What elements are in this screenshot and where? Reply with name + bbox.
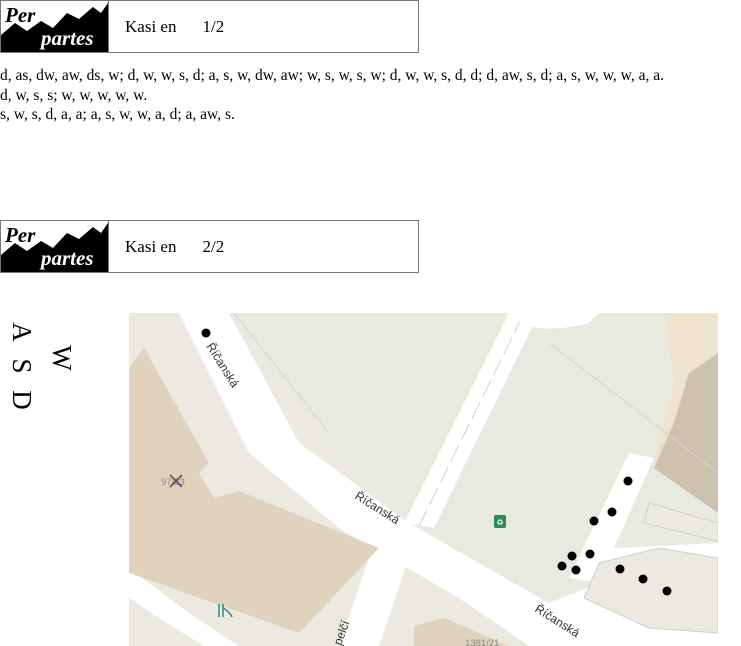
svg-text:partes: partes — [39, 246, 94, 270]
text-line: s, w, s, d, a, a; a, s, w, w, a, d; a, a… — [0, 106, 235, 123]
header-text: Kasi en 1/2 — [125, 17, 224, 37]
route-dot — [585, 549, 595, 559]
route-dot — [557, 561, 567, 571]
header-page-1: Per partes Kasi en 1/2 — [0, 0, 419, 53]
page-number: 2/2 — [202, 237, 225, 256]
legend-a: A — [7, 322, 37, 342]
header-title: Kasi en — [125, 237, 177, 256]
text-line: d, as, dw, aw, ds, w; d, w, w, s, d; a, … — [0, 67, 664, 84]
route-dot — [615, 564, 625, 574]
key-sequence-text: d, as, dw, aw, ds, w; d, w, w, s, d; a, … — [0, 66, 664, 125]
perpartes-logo: Per partes — [1, 1, 109, 52]
legend-d: D — [7, 390, 37, 410]
legend-s: S — [7, 358, 37, 374]
recycling-icon: ♻ — [494, 515, 506, 528]
legend-w: W — [47, 345, 77, 371]
header-page-2: Per partes Kasi en 2/2 — [0, 220, 419, 273]
svg-text:partes: partes — [39, 26, 94, 50]
svg-text:Per: Per — [4, 223, 36, 247]
perpartes-logo: Per partes — [1, 221, 109, 272]
direction-legend: W A S D — [6, 312, 84, 412]
route-dot — [638, 574, 648, 584]
route-dot — [662, 586, 672, 596]
svg-text:♻: ♻ — [496, 518, 503, 527]
route-dot — [567, 551, 577, 561]
route-dot — [607, 507, 617, 517]
route-dot — [571, 565, 581, 575]
header-text: Kasi en 2/2 — [125, 237, 224, 257]
header-title: Kasi en — [125, 17, 177, 36]
route-dot — [589, 516, 599, 526]
route-dot — [623, 476, 633, 486]
text-line: d, w, s, s; w, w, w, w, w. — [0, 86, 148, 104]
svg-text:Per: Per — [4, 3, 36, 27]
route-dot — [201, 328, 211, 338]
map: Říčanská Říčanská Říčanská pelčí 97/23 1… — [129, 313, 718, 646]
parcel-label: 1381/21 — [465, 638, 499, 646]
page-number: 1/2 — [202, 17, 225, 36]
